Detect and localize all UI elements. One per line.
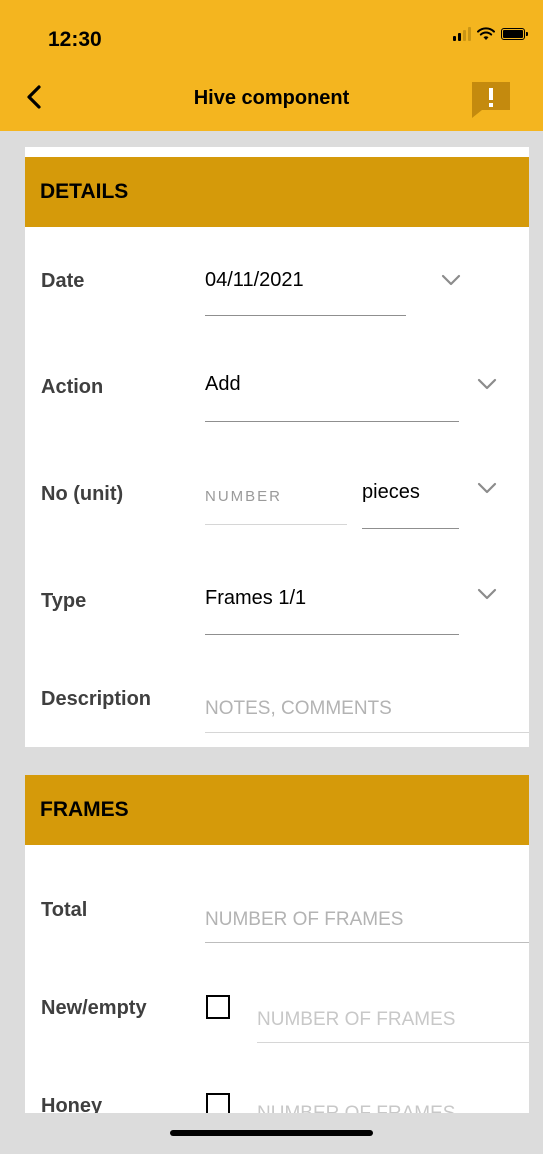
type-underline (205, 634, 459, 635)
new-empty-frames-input[interactable]: NUMBER OF FRAMES (257, 1009, 455, 1031)
frames-card: FRAMES Total NUMBER OF FRAMES New/empty … (25, 775, 529, 1124)
new-empty-checkbox[interactable] (206, 995, 230, 1019)
chevron-down-icon[interactable] (477, 588, 497, 600)
total-underline (205, 942, 529, 943)
chevron-down-icon[interactable] (477, 378, 497, 390)
chevron-down-icon[interactable] (477, 482, 497, 494)
type-select[interactable]: Frames 1/1 (205, 587, 306, 610)
details-card: DETAILS Date 04/11/2021 Action Add No (u… (25, 147, 529, 747)
action-label: Action (41, 376, 104, 398)
action-underline (205, 421, 459, 422)
battery-icon (501, 28, 528, 40)
date-underline (205, 315, 406, 316)
unit-label: No (unit) (41, 483, 124, 505)
report-bubble-icon[interactable] (470, 80, 512, 120)
page-title: Hive component (193, 87, 350, 109)
total-frames-input[interactable]: NUMBER OF FRAMES (205, 909, 403, 931)
unit-select[interactable]: pieces (362, 481, 420, 504)
number-input[interactable]: NUMBER (205, 488, 282, 505)
frames-section-header: FRAMES (25, 775, 529, 845)
signal-icon (453, 27, 471, 41)
status-time: 12:30 (48, 28, 102, 51)
details-section-header: DETAILS (25, 157, 529, 227)
new-empty-underline (257, 1042, 529, 1043)
home-indicator[interactable] (170, 1130, 373, 1136)
status-icons (453, 27, 528, 41)
type-label: Type (41, 590, 87, 612)
description-underline (205, 732, 529, 733)
total-label: Total (41, 899, 88, 921)
date-label: Date (41, 270, 85, 292)
new-empty-label: New/empty (41, 997, 147, 1019)
top-app-bar: 12:30 Hive component (0, 0, 543, 131)
number-underline (205, 524, 347, 525)
unit-underline (362, 528, 459, 529)
wifi-icon (477, 27, 495, 40)
description-label: Description (41, 688, 152, 710)
chevron-down-icon[interactable] (441, 274, 461, 286)
description-input[interactable]: NOTES, COMMENTS (205, 698, 392, 720)
date-value[interactable]: 04/11/2021 (205, 269, 304, 292)
action-select[interactable]: Add (205, 373, 241, 396)
